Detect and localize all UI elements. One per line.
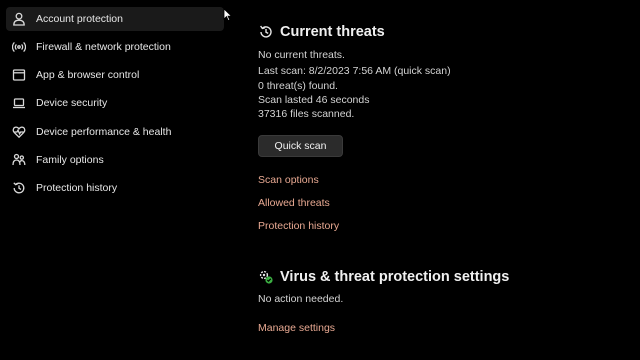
sidebar-item-label: Device performance & health: [36, 126, 172, 138]
sidebar-item-label: Protection history: [36, 182, 118, 194]
sidebar-item-protection-history[interactable]: Protection history: [6, 176, 224, 200]
quick-scan-button[interactable]: Quick scan: [258, 135, 343, 157]
sidebar-item-account-protection[interactable]: Account protection: [6, 7, 224, 31]
person-icon: [12, 12, 26, 26]
sidebar-item-label: App & browser control: [36, 69, 140, 81]
heart-pulse-icon: [12, 125, 26, 139]
mouse-cursor-icon: [223, 8, 233, 22]
sidebar-item-label: Firewall & network protection: [36, 41, 171, 53]
sidebar-item-label: Device security: [36, 97, 108, 109]
sidebar-item-device-performance[interactable]: Device performance & health: [6, 120, 224, 144]
sidebar-nav: Account protection Firewall & network pr…: [0, 0, 228, 360]
current-threats-title: Current threats: [258, 24, 385, 40]
protection-history-link[interactable]: Protection history: [258, 220, 339, 232]
manage-settings-link[interactable]: Manage settings: [258, 322, 335, 334]
family-icon: [12, 153, 26, 167]
settings-status-text: No action needed.: [258, 293, 344, 305]
threats-found-text: 0 threat(s) found.: [258, 80, 338, 92]
sidebar-item-label: Family options: [36, 154, 104, 166]
history-icon: [12, 181, 26, 195]
files-scanned-text: 37316 files scanned.: [258, 108, 355, 120]
browser-window-icon: [12, 68, 26, 82]
last-scan-text: Last scan: 8/2/2023 7:56 AM (quick scan): [258, 65, 451, 77]
threat-status-text: No current threats.: [258, 49, 345, 61]
windows-security-window: Account protection Firewall & network pr…: [0, 0, 640, 360]
current-threats-title-text: Current threats: [280, 24, 385, 40]
settings-gear-shield-icon: [258, 269, 274, 285]
allowed-threats-link[interactable]: Allowed threats: [258, 197, 330, 209]
sidebar-item-label: Account protection: [36, 13, 123, 25]
scan-duration-text: Scan lasted 46 seconds: [258, 94, 370, 106]
sidebar-item-family-options[interactable]: Family options: [6, 148, 224, 172]
antenna-icon: [12, 40, 26, 54]
scan-options-link[interactable]: Scan options: [258, 174, 319, 186]
protection-settings-title: Virus & threat protection settings: [258, 269, 509, 285]
protection-settings-title-text: Virus & threat protection settings: [280, 269, 510, 285]
scan-refresh-icon: [258, 24, 274, 40]
sidebar-item-device-security[interactable]: Device security: [6, 91, 224, 115]
sidebar-item-app-browser-control[interactable]: App & browser control: [6, 63, 224, 87]
sidebar-item-firewall[interactable]: Firewall & network protection: [6, 35, 224, 59]
laptop-icon: [12, 96, 26, 110]
